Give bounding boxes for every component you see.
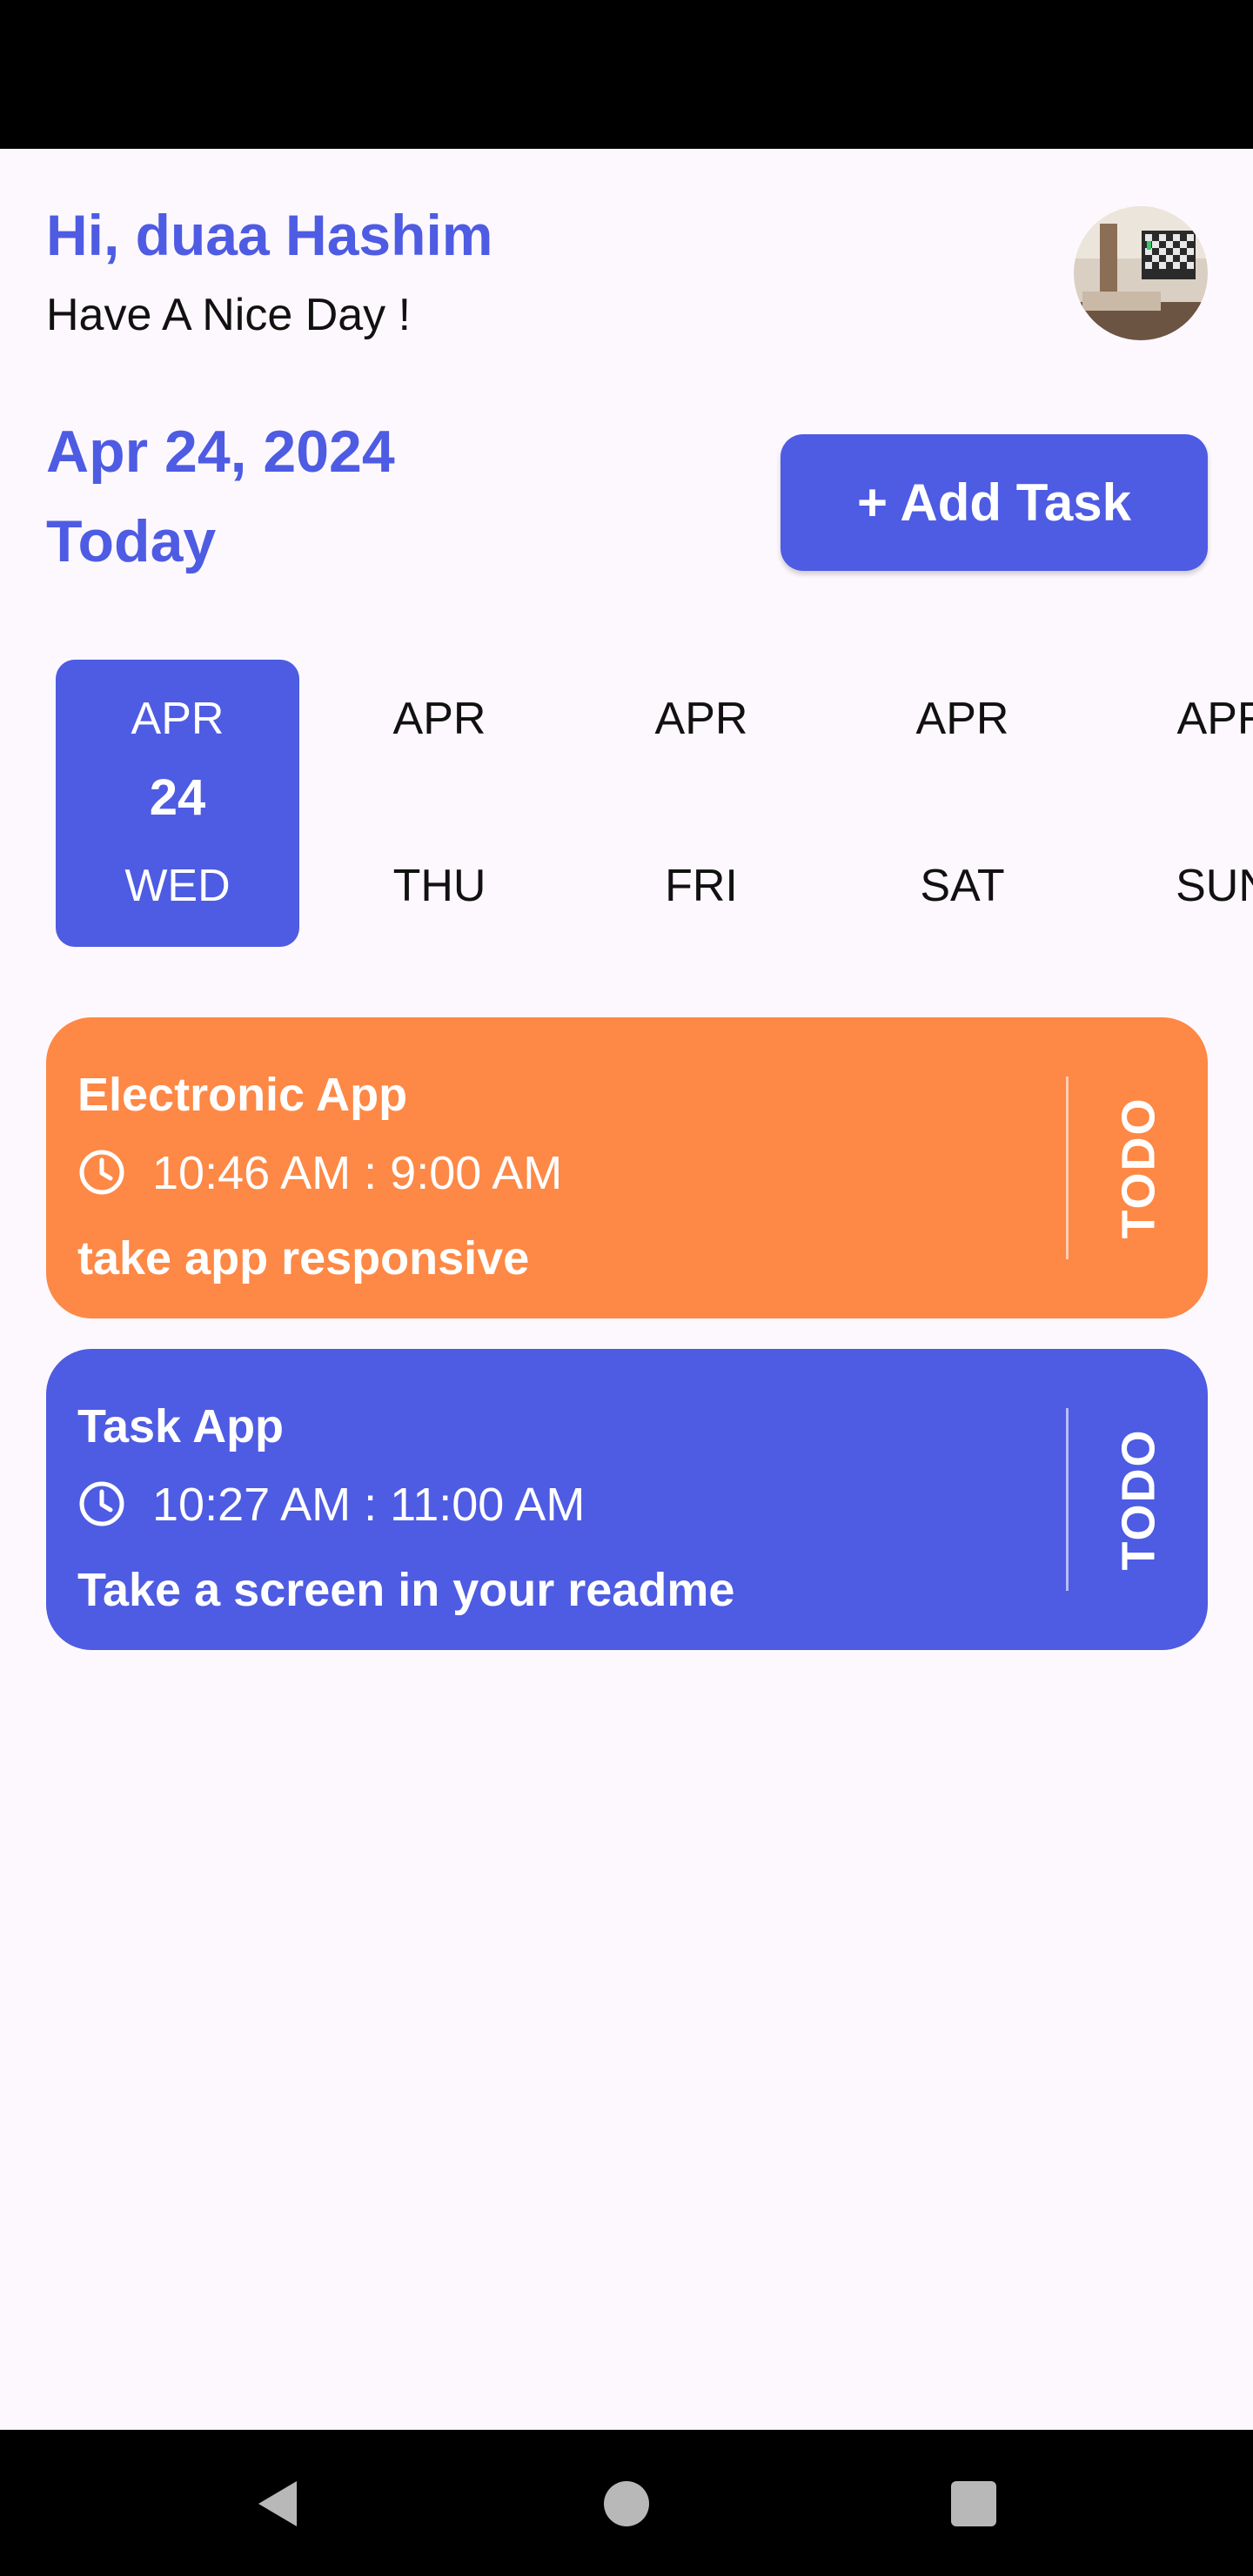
date-weekday: SUN bbox=[1176, 861, 1253, 911]
task-status-label: TODO bbox=[1112, 1097, 1165, 1239]
date-weekday: THU bbox=[392, 861, 486, 911]
date-month: APR bbox=[1176, 694, 1253, 744]
avatar-photo-icon bbox=[1074, 206, 1208, 340]
avatar[interactable] bbox=[1074, 206, 1208, 340]
recents-icon[interactable] bbox=[943, 2473, 1004, 2534]
date-item-apr-28[interactable]: APR 28 SUN bbox=[1102, 660, 1253, 947]
home-icon[interactable] bbox=[596, 2473, 657, 2534]
date-day: 27 bbox=[934, 769, 991, 826]
task-divider bbox=[1066, 1408, 1069, 1591]
date-item-apr-26[interactable]: APR 26 FRI bbox=[580, 660, 823, 947]
task-status: TODO bbox=[1090, 1421, 1186, 1578]
back-icon[interactable] bbox=[247, 2473, 308, 2534]
add-task-button[interactable]: + Add Task bbox=[781, 434, 1208, 571]
task-card[interactable]: Task App 10:27 AM : 11:00 AM Take a scre… bbox=[46, 1349, 1208, 1650]
back-triangle-icon bbox=[258, 2481, 297, 2526]
clock-icon bbox=[79, 1481, 124, 1526]
date-weekday: FRI bbox=[665, 861, 738, 911]
home-circle-icon bbox=[604, 2481, 649, 2526]
clock-icon bbox=[79, 1150, 124, 1195]
date-month: APR bbox=[654, 694, 748, 744]
task-description: Take a screen in your readme bbox=[77, 1564, 735, 1616]
date-item-apr-27[interactable]: APR 27 SAT bbox=[841, 660, 1084, 947]
current-date: Apr 24, 2024 bbox=[46, 419, 395, 485]
task-card[interactable]: Electronic App 10:46 AM : 9:00 AM take a… bbox=[46, 1017, 1208, 1318]
task-title: Task App bbox=[77, 1400, 285, 1452]
task-description: take app responsive bbox=[77, 1232, 530, 1285]
date-weekday: SAT bbox=[920, 861, 1005, 911]
date-month: APR bbox=[131, 694, 224, 744]
task-title: Electronic App bbox=[77, 1069, 408, 1121]
date-month: APR bbox=[392, 694, 486, 744]
task-status-label: TODO bbox=[1112, 1428, 1165, 1571]
date-weekday: WED bbox=[124, 861, 231, 911]
task-status: TODO bbox=[1090, 1090, 1186, 1246]
date-day: 24 bbox=[149, 769, 206, 826]
task-time: 10:27 AM : 11:00 AM bbox=[152, 1479, 586, 1531]
greeting-subtitle: Have A Nice Day ! bbox=[46, 290, 412, 340]
recents-square-icon bbox=[951, 2481, 996, 2526]
date-day: 25 bbox=[411, 769, 468, 826]
status-bar bbox=[0, 0, 1253, 149]
date-day: 26 bbox=[673, 769, 730, 826]
task-time: 10:46 AM : 9:00 AM bbox=[152, 1147, 563, 1199]
greeting-title: Hi, duaa Hashim bbox=[46, 203, 493, 267]
date-picker-strip[interactable]: APR 24 WED APR 25 THU APR 26 FRI APR 27 … bbox=[0, 660, 1253, 947]
date-item-apr-25[interactable]: APR 25 THU bbox=[318, 660, 561, 947]
date-item-apr-24[interactable]: APR 24 WED bbox=[56, 660, 299, 947]
today-label: Today bbox=[46, 508, 217, 574]
date-day: 28 bbox=[1195, 769, 1252, 826]
date-month: APR bbox=[915, 694, 1009, 744]
task-divider bbox=[1066, 1077, 1069, 1259]
